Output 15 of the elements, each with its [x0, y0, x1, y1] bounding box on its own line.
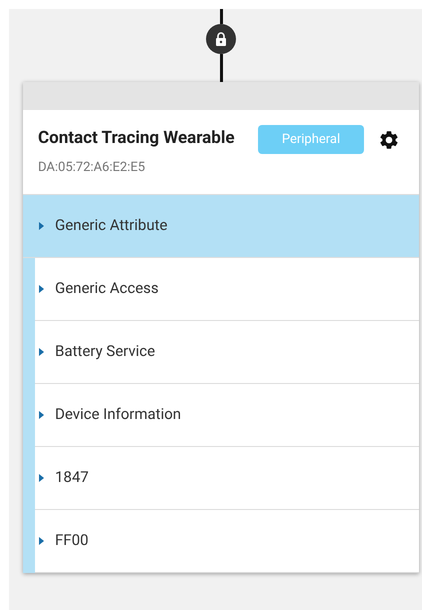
device-name: Contact Tracing Wearable: [38, 127, 236, 150]
caret-right-icon: [38, 472, 45, 482]
caret-right-icon: [38, 536, 45, 546]
settings-icon[interactable]: [378, 129, 400, 151]
service-row[interactable]: Device Information: [35, 384, 419, 446]
service-row[interactable]: Battery Service: [35, 320, 419, 384]
caret-right-icon: [38, 410, 45, 420]
service-row[interactable]: Generic Access: [35, 258, 419, 320]
service-row[interactable]: FF00: [35, 510, 419, 572]
role-badge: Peripheral: [258, 125, 364, 154]
service-row[interactable]: 1847: [35, 446, 419, 510]
device-address: DA:05:72:A6:E2:E5: [38, 159, 146, 177]
caret-right-icon: [38, 284, 45, 294]
caret-right-icon: [38, 220, 45, 230]
caret-right-icon: [38, 346, 45, 356]
